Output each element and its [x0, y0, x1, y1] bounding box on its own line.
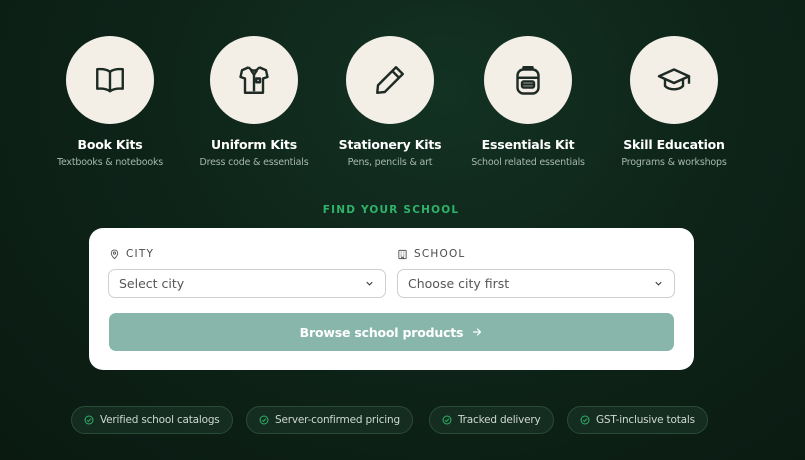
shirt-icon — [239, 66, 269, 94]
building-icon — [398, 249, 407, 259]
trust-badge: Tracked delivery — [429, 406, 554, 434]
trust-badge: Verified school catalogs — [71, 406, 233, 434]
category-title: Uniform Kits — [211, 137, 297, 152]
city-field-label: CITY — [109, 248, 154, 260]
browse-products-button[interactable]: Browse school products — [109, 313, 674, 351]
category-title: Book Kits — [77, 137, 143, 152]
school-label-text: SCHOOL — [414, 248, 466, 260]
category-subtitle: School related essentials — [471, 157, 585, 168]
trust-badge-text: GST-inclusive totals — [596, 414, 695, 426]
category-essentials-kit[interactable]: Essentials Kit School related essentials — [458, 36, 598, 168]
category-circle — [346, 36, 434, 124]
city-label-text: CITY — [126, 248, 155, 260]
check-circle-icon — [84, 415, 94, 425]
category-stationery-kits[interactable]: Stationery Kits Pens, pencils & art — [320, 36, 460, 168]
check-circle-icon — [442, 415, 452, 425]
school-field-label: SCHOOL — [397, 248, 465, 260]
school-finder-panel: CITY Select city SCHOOL Choose city firs… — [89, 228, 694, 370]
category-subtitle: Pens, pencils & art — [347, 157, 433, 168]
category-subtitle: Programs & workshops — [621, 157, 727, 168]
category-subtitle: Textbooks & notebooks — [56, 157, 164, 168]
category-title: Stationery Kits — [338, 137, 442, 152]
city-select-placeholder: Select city — [119, 276, 185, 291]
category-uniform-kits[interactable]: Uniform Kits Dress code & essentials — [184, 36, 324, 168]
category-skill-education[interactable]: Skill Education Programs & workshops — [604, 36, 744, 168]
chevron-down-icon — [366, 281, 373, 286]
check-circle-icon — [580, 415, 590, 425]
school-select-placeholder: Choose city first — [408, 276, 510, 291]
category-row: Book Kits Textbooks & notebooks Uniform … — [0, 36, 805, 176]
city-select[interactable]: Select city — [108, 269, 386, 298]
trust-badge-text: Tracked delivery — [458, 414, 541, 426]
category-book-kits[interactable]: Book Kits Textbooks & notebooks — [40, 36, 180, 168]
category-title: Essentials Kit — [481, 137, 575, 152]
school-select[interactable]: Choose city first — [397, 269, 675, 298]
trust-badge-text: Verified school catalogs — [100, 414, 220, 426]
graduation-cap-icon — [657, 68, 691, 91]
find-school-heading: FIND YOUR SCHOOL — [322, 204, 460, 216]
category-circle — [210, 36, 298, 124]
check-circle-icon — [259, 415, 269, 425]
trust-badges: Verified school catalogs Server-confirme… — [0, 406, 805, 434]
category-subtitle: Dress code & essentials — [199, 157, 309, 168]
trust-badge: GST-inclusive totals — [567, 406, 708, 434]
category-circle — [66, 36, 154, 124]
arrow-right-icon — [473, 328, 482, 336]
category-circle — [630, 36, 718, 124]
category-circle — [484, 36, 572, 124]
backpack-icon — [516, 66, 540, 95]
chevron-down-icon — [655, 281, 662, 286]
map-pin-icon — [110, 249, 119, 259]
book-icon — [96, 67, 124, 93]
browse-button-label: Browse school products — [299, 324, 464, 340]
category-title: Skill Education — [623, 137, 725, 152]
trust-badge: Server-confirmed pricing — [246, 406, 413, 434]
pencil-icon — [376, 66, 404, 94]
trust-badge-text: Server-confirmed pricing — [275, 414, 400, 426]
